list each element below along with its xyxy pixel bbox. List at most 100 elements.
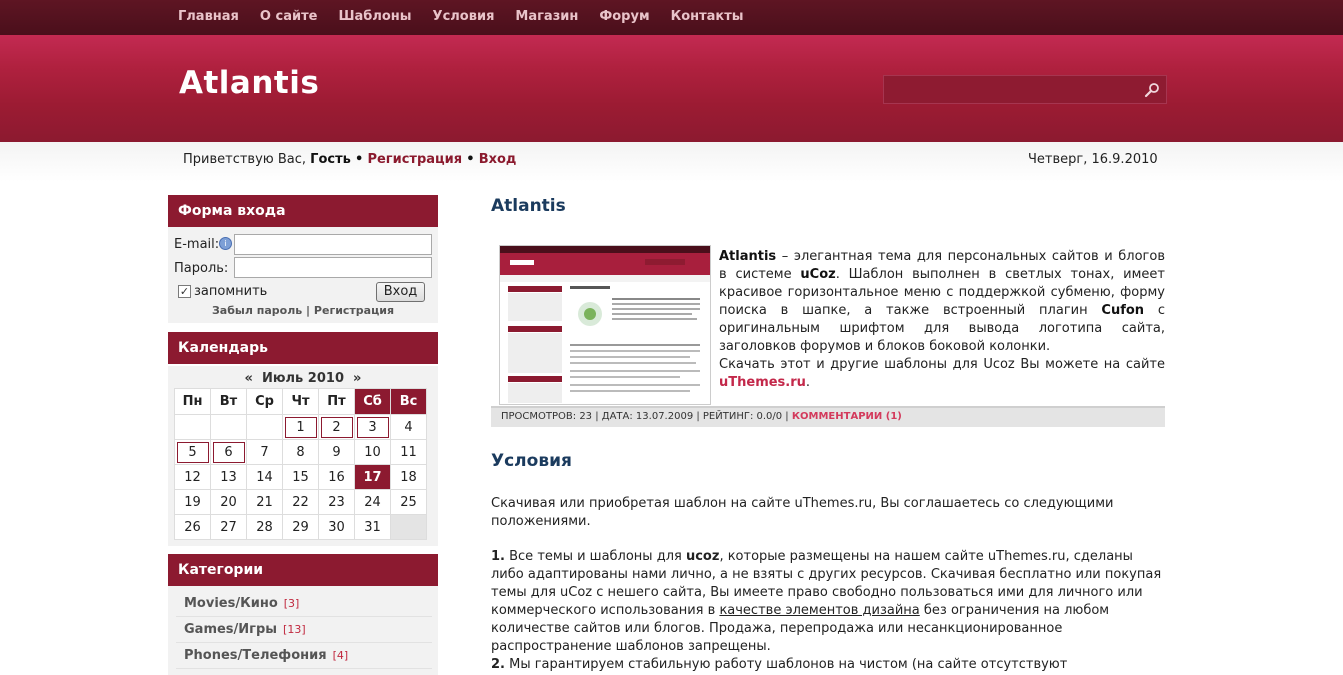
login-form: E-mail: i Пароль: ✓ запомнить Вход Забыл… bbox=[168, 227, 438, 323]
terms-text-strong: ucoz bbox=[685, 549, 720, 564]
register-link[interactable]: Регистрация bbox=[314, 304, 394, 317]
calendar-day: 8 bbox=[282, 439, 319, 465]
terms-paragraph-2: 2. Мы гарантируем стабильную работу шабл… bbox=[491, 656, 1163, 675]
nav-item-about[interactable]: О сайте bbox=[260, 9, 318, 24]
nav-item-forum[interactable]: Форум bbox=[599, 9, 649, 24]
weekday-mon: Пн bbox=[174, 388, 211, 415]
calendar-day: 10 bbox=[354, 439, 391, 465]
calendar-day: 11 bbox=[390, 439, 427, 465]
calendar-day: 27 bbox=[210, 514, 247, 540]
forgot-password-link[interactable]: Забыл пароль bbox=[212, 304, 302, 317]
terms-text: Мы гарантируем стабильную работу шаблоно… bbox=[509, 657, 1068, 672]
calendar-day-link[interactable]: 1 bbox=[282, 414, 319, 440]
login-submit-button[interactable]: Вход bbox=[376, 282, 425, 302]
categories-block-title: Категории bbox=[168, 554, 438, 586]
entry-text-strong: Cufon bbox=[1101, 303, 1145, 318]
password-field[interactable] bbox=[234, 257, 432, 278]
calendar-day: 28 bbox=[246, 514, 283, 540]
calendar-day: 13 bbox=[210, 464, 247, 490]
calendar-day: 25 bbox=[390, 489, 427, 515]
terms-intro: Скачивая или приобретая шаблон на сайте … bbox=[491, 496, 1114, 529]
entry-title[interactable]: Atlantis bbox=[491, 196, 566, 216]
register-link[interactable]: Регистрация bbox=[367, 152, 462, 167]
calendar-day-link[interactable]: 5 bbox=[174, 439, 211, 465]
category-count: [3] bbox=[283, 597, 300, 610]
day-number[interactable]: 3 bbox=[356, 416, 389, 438]
weekday-wed: Ср bbox=[246, 388, 283, 415]
category-name[interactable]: Movies/Кино bbox=[184, 596, 278, 611]
nav-item-contacts[interactable]: Контакты bbox=[671, 9, 744, 24]
calendar-day: 24 bbox=[354, 489, 391, 515]
top-navigation: Главная О сайте Шаблоны Условия Магазин … bbox=[0, 0, 1343, 35]
calendar-day: 18 bbox=[390, 464, 427, 490]
login-block-title: Форма входа bbox=[168, 195, 438, 227]
calendar-day-empty bbox=[246, 414, 283, 440]
calendar-day: 9 bbox=[318, 439, 355, 465]
category-name[interactable]: Phones/Телефония bbox=[184, 648, 327, 663]
calendar-day: 31 bbox=[354, 514, 391, 540]
remember-checkbox[interactable]: ✓ bbox=[178, 285, 191, 298]
entry-text-strong: Atlantis bbox=[719, 249, 777, 264]
login-link[interactable]: Вход bbox=[479, 152, 517, 167]
terms-text: Все темы и шаблоны для bbox=[504, 549, 686, 564]
calendar-day-empty bbox=[390, 514, 427, 540]
calendar-block-title: Календарь bbox=[168, 332, 438, 364]
entry-screenshot-image[interactable] bbox=[499, 245, 711, 405]
calendar-day: 12 bbox=[174, 464, 211, 490]
calendar-day: 14 bbox=[246, 464, 283, 490]
divider bbox=[176, 668, 432, 669]
entry-description: Atlantis – элегантная тема для персональ… bbox=[719, 248, 1165, 392]
month-title[interactable]: Июль 2010 bbox=[262, 371, 344, 386]
nav-item-shop[interactable]: Магазин bbox=[515, 9, 578, 24]
weekday-thu: Чт bbox=[282, 388, 319, 415]
entry-text: Скачать этот и другие шаблоны для Ucoz В… bbox=[719, 357, 1165, 372]
category-name[interactable]: Games/Игры bbox=[184, 622, 277, 637]
email-label: E-mail: bbox=[174, 237, 220, 252]
category-count: [4] bbox=[332, 649, 349, 662]
calendar-day: 30 bbox=[318, 514, 355, 540]
categories-list: Movies/Кино [3] Games/Игры [13] Phones/Тел… bbox=[168, 586, 438, 675]
site-logo[interactable]: Atlantis bbox=[179, 65, 319, 101]
calendar-day-link[interactable]: 6 bbox=[210, 439, 247, 465]
calendar-day: 15 bbox=[282, 464, 319, 490]
prev-month-link[interactable]: « bbox=[245, 371, 253, 386]
design-elements-link[interactable]: качестве элементов дизайна bbox=[719, 603, 919, 618]
greeting-text: Приветствую Вас, bbox=[183, 152, 307, 167]
category-item[interactable]: Games/Игры [13] bbox=[184, 622, 306, 637]
calendar-grid: Пн Вт Ср Чт Пт Сб Вс 1 2 3 4 5 6 7 8 9 1… bbox=[174, 388, 427, 540]
next-month-link[interactable]: » bbox=[353, 371, 361, 386]
uthemes-link[interactable]: uThemes.ru bbox=[719, 375, 806, 390]
separator: • bbox=[355, 152, 364, 167]
calendar-day-link[interactable]: 2 bbox=[318, 414, 355, 440]
category-item[interactable]: Movies/Кино [3] bbox=[184, 596, 299, 611]
remember-label: запомнить bbox=[194, 284, 268, 299]
weekday-fri: Пт bbox=[318, 388, 355, 415]
entry-meta: ПРОСМОТРОВ: 23 | ДАТА: 13.07.2009 | РЕЙТ… bbox=[491, 406, 1165, 427]
calendar-day: 19 bbox=[174, 489, 211, 515]
search-form bbox=[883, 75, 1167, 104]
category-count: [13] bbox=[283, 623, 306, 636]
calendar-day: 29 bbox=[282, 514, 319, 540]
calendar-day-empty bbox=[174, 414, 211, 440]
comments-link[interactable]: КОММЕНТАРИИ (1) bbox=[792, 411, 902, 422]
category-item[interactable]: Phones/Телефония [4] bbox=[184, 648, 348, 663]
day-number[interactable]: 5 bbox=[176, 441, 209, 463]
header: Atlantis bbox=[0, 35, 1343, 142]
nav-item-templates[interactable]: Шаблоны bbox=[338, 9, 411, 24]
nav-menu: Главная О сайте Шаблоны Условия Магазин … bbox=[178, 9, 765, 24]
entry-stats: ПРОСМОТРОВ: 23 | ДАТА: 13.07.2009 | РЕЙТ… bbox=[501, 411, 792, 422]
search-icon[interactable] bbox=[1144, 82, 1160, 98]
calendar-month-nav: « Июль 2010 » bbox=[168, 371, 438, 386]
day-number[interactable]: 2 bbox=[320, 416, 353, 438]
info-icon: i bbox=[219, 237, 232, 250]
day-number[interactable]: 1 bbox=[284, 416, 317, 438]
nav-item-terms[interactable]: Условия bbox=[433, 9, 495, 24]
calendar-day: 16 bbox=[318, 464, 355, 490]
calendar-day-link[interactable]: 3 bbox=[354, 414, 391, 440]
nav-item-home[interactable]: Главная bbox=[178, 9, 239, 24]
weekday-tue: Вт bbox=[210, 388, 247, 415]
paragraph-number: 2. bbox=[491, 657, 505, 672]
day-number[interactable]: 6 bbox=[212, 441, 245, 463]
search-input[interactable] bbox=[884, 76, 1134, 103]
email-field[interactable] bbox=[234, 234, 432, 255]
